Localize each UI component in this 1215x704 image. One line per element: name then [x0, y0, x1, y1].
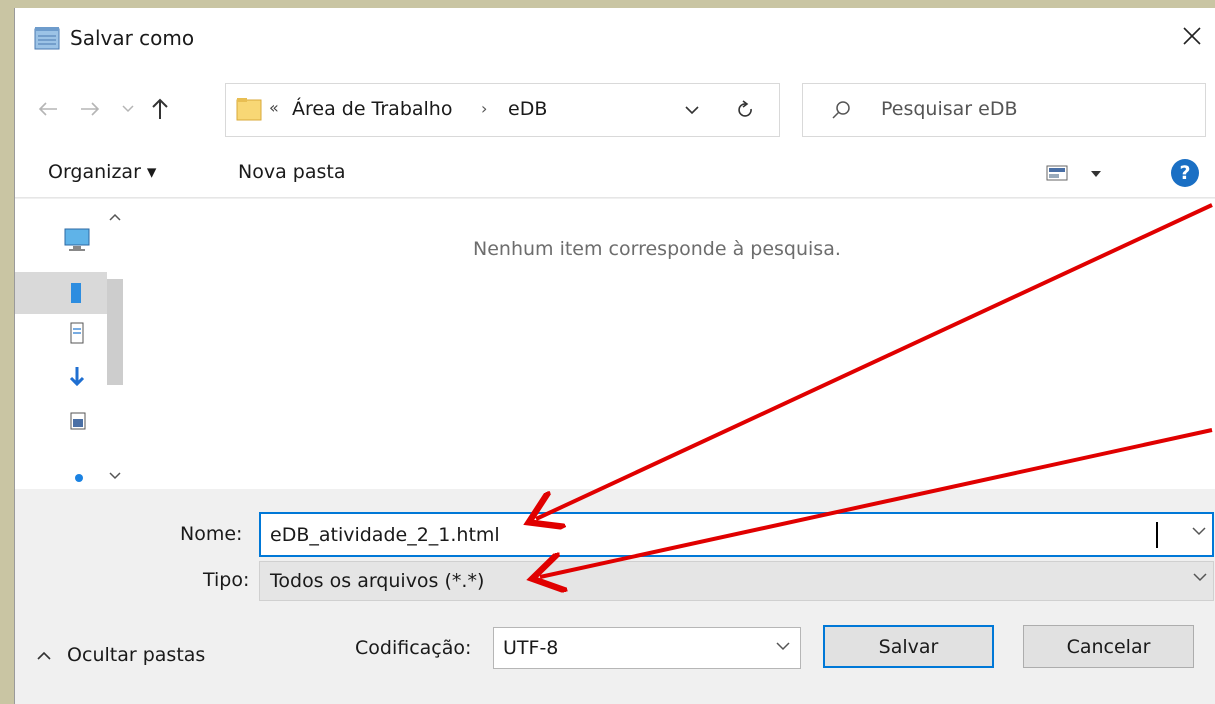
refresh-button[interactable] — [731, 95, 761, 125]
notepad-icon — [34, 27, 60, 50]
back-button[interactable] — [33, 94, 63, 124]
recent-locations-button[interactable] — [113, 94, 143, 124]
overflow-chevrons[interactable]: « — [269, 98, 279, 117]
command-bar: Organizar ▾ Nova pasta ? — [15, 148, 1215, 198]
nav-scrollbar[interactable] — [107, 199, 123, 489]
background-strip — [0, 0, 14, 704]
chevron-down-icon[interactable] — [1192, 526, 1206, 536]
search-icon — [832, 101, 850, 119]
view-icon — [1046, 165, 1101, 181]
save-button[interactable]: Salvar — [823, 625, 994, 668]
documents-icon[interactable] — [63, 321, 91, 347]
name-label: Nome: — [180, 523, 243, 545]
breadcrumb-desktop[interactable]: Área de Trabalho — [292, 98, 452, 120]
address-row: « Área de Trabalho › eDB Pesquisar eDB — [15, 68, 1215, 148]
chevron-up-icon — [37, 651, 51, 660]
computer-icon[interactable] — [63, 227, 91, 253]
organize-button[interactable]: Organizar ▾ — [48, 161, 156, 183]
search-box[interactable]: Pesquisar eDB — [802, 83, 1206, 137]
help-button[interactable]: ? — [1171, 159, 1199, 187]
new-folder-button[interactable]: Nova pasta — [238, 161, 345, 183]
up-button[interactable] — [145, 94, 175, 124]
cancel-button[interactable]: Cancelar — [1023, 625, 1194, 668]
chevron-down-icon — [122, 105, 134, 113]
desktop-icon[interactable] — [63, 281, 91, 307]
type-label: Tipo: — [203, 569, 250, 591]
refresh-icon — [738, 100, 752, 117]
text-caret — [1156, 522, 1158, 548]
search-placeholder: Pesquisar eDB — [881, 98, 1018, 120]
onedrive-icon[interactable] — [63, 460, 91, 486]
window-title: Salvar como — [70, 26, 195, 50]
close-icon — [1183, 27, 1201, 45]
nav-selected-item[interactable] — [15, 272, 107, 314]
file-type-select[interactable]: Todos os arquivos (*.*) — [259, 561, 1214, 601]
forward-arrow-icon — [81, 102, 100, 116]
downloads-icon[interactable] — [63, 365, 91, 391]
chevron-down-icon[interactable] — [776, 641, 790, 651]
save-form: Nome: eDB_atividade_2_1.html Tipo: Todos… — [15, 489, 1215, 704]
hide-folders-label: Ocultar pastas — [67, 644, 206, 666]
scroll-up-icon[interactable] — [109, 213, 121, 221]
file-name-input[interactable]: eDB_atividade_2_1.html — [259, 512, 1214, 557]
file-list-pane[interactable]: Nenhum item corresponde à pesquisa. — [133, 199, 1215, 489]
encoding-label: Codificação: — [355, 637, 472, 659]
view-options-button[interactable] — [1045, 162, 1105, 186]
up-arrow-icon — [152, 98, 168, 119]
pictures-icon[interactable] — [63, 409, 91, 435]
breadcrumb-separator[interactable]: › — [481, 99, 487, 118]
file-type-value: Todos os arquivos (*.*) — [270, 570, 485, 592]
close-button[interactable] — [1169, 8, 1215, 64]
address-dropdown-icon[interactable] — [681, 101, 703, 119]
file-name-value[interactable]: eDB_atividade_2_1.html — [270, 524, 500, 546]
address-bar[interactable]: « Área de Trabalho › eDB — [225, 83, 780, 137]
scrollbar-thumb[interactable] — [107, 279, 123, 385]
folder-icon — [236, 98, 262, 121]
breadcrumb-edb[interactable]: eDB — [508, 98, 547, 120]
scroll-down-icon[interactable] — [109, 472, 121, 480]
forward-button[interactable] — [75, 94, 105, 124]
hide-folders-button[interactable]: Ocultar pastas — [37, 644, 205, 666]
empty-message: Nenhum item corresponde à pesquisa. — [473, 238, 841, 260]
title-bar: Salvar como — [15, 8, 1215, 68]
save-as-dialog: Salvar como « Área de Trabalho › eDB Pes… — [14, 8, 1215, 704]
back-arrow-icon — [38, 102, 57, 116]
encoding-value: UTF-8 — [503, 637, 559, 659]
encoding-select[interactable]: UTF-8 — [493, 627, 801, 669]
chevron-down-icon[interactable] — [1193, 572, 1207, 582]
